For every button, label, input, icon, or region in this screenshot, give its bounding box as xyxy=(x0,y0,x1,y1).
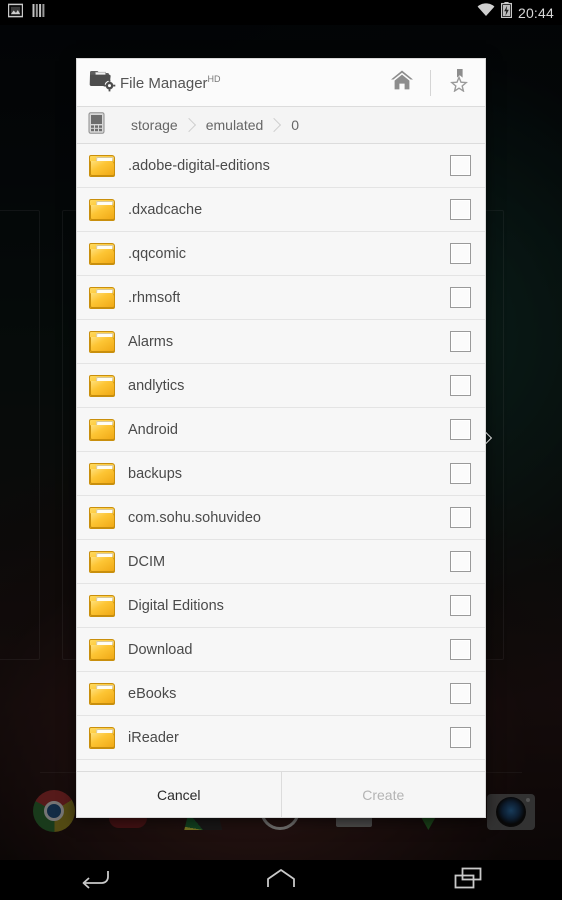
list-item-label: .qqcomic xyxy=(128,245,187,262)
page-title: File ManagerHD xyxy=(120,73,221,92)
dialog-title-bar: File ManagerHD xyxy=(77,59,485,107)
breadcrumb-segment-emulated[interactable]: emulated xyxy=(189,107,282,143)
list-item-label: Digital Editions xyxy=(128,597,224,614)
status-bar: 20:44 xyxy=(0,0,562,25)
home-button[interactable] xyxy=(384,65,420,101)
folder-icon xyxy=(89,418,115,441)
folder-icon xyxy=(89,374,115,397)
file-list[interactable]: .adobe-digital-editions .dxadcache .qqcomi… xyxy=(77,144,485,771)
folder-icon xyxy=(89,638,115,661)
row-checkbox[interactable] xyxy=(450,287,471,308)
folder-icon xyxy=(89,682,115,705)
row-checkbox[interactable] xyxy=(450,639,471,660)
folder-gear-icon xyxy=(89,68,117,97)
list-item[interactable]: com.sohu.sohuvideo xyxy=(77,496,485,540)
breadcrumb-device[interactable] xyxy=(77,107,493,446)
list-item-label: DCIM xyxy=(128,553,166,570)
bookmark-star-icon xyxy=(448,68,470,97)
list-item[interactable]: .adobe-digital-editions xyxy=(77,144,485,188)
list-item-label: iReader xyxy=(128,729,179,746)
list-item[interactable]: andlytics xyxy=(77,364,485,408)
status-bar-notifications xyxy=(7,3,46,23)
dialog-button-bar: Cancel Create xyxy=(77,771,485,817)
row-checkbox[interactable] xyxy=(450,155,471,176)
breadcrumb: storage emulated 0 xyxy=(77,107,493,446)
folder-icon xyxy=(89,550,115,573)
list-item[interactable]: Digital Editions xyxy=(77,584,485,628)
row-checkbox[interactable] xyxy=(450,243,471,264)
breadcrumb-label: storage xyxy=(131,117,178,133)
list-item[interactable]: .dxadcache xyxy=(77,188,485,232)
row-checkbox[interactable] xyxy=(450,375,471,396)
folder-icon xyxy=(89,462,115,485)
folder-icon xyxy=(89,154,115,177)
breadcrumb-label: emulated xyxy=(205,117,264,133)
list-item[interactable]: iReader xyxy=(77,716,485,760)
folder-icon xyxy=(89,330,115,353)
folder-icon xyxy=(89,726,115,749)
row-checkbox[interactable] xyxy=(450,727,471,748)
row-checkbox[interactable] xyxy=(450,199,471,220)
list-item-label: andlytics xyxy=(128,377,185,394)
device-storage-icon xyxy=(88,111,105,139)
list-item-label: Alarms xyxy=(128,333,174,350)
cancel-button[interactable]: Cancel xyxy=(77,772,281,817)
list-item[interactable]: eBooks xyxy=(77,672,485,716)
breadcrumb-segment-0[interactable]: 0 xyxy=(274,107,310,143)
list-item[interactable]: Alarms xyxy=(77,320,485,364)
breadcrumb-label: 0 xyxy=(291,117,300,133)
home-icon xyxy=(390,69,414,96)
navigation-bar xyxy=(0,860,562,900)
file-manager-dialog: File ManagerHD storage emulated 0 .adobe… xyxy=(76,58,493,818)
list-item-label: backups xyxy=(128,465,183,482)
list-item-label: eBooks xyxy=(128,685,177,702)
folder-icon xyxy=(89,506,115,529)
row-checkbox[interactable] xyxy=(450,419,471,440)
row-checkbox[interactable] xyxy=(450,507,471,528)
list-item[interactable]: DCIM xyxy=(77,540,485,584)
list-item-label: Download xyxy=(128,641,193,658)
back-button[interactable] xyxy=(56,860,132,900)
home-button[interactable] xyxy=(243,860,319,900)
battery-charging-icon xyxy=(500,2,513,23)
back-arrow-icon xyxy=(78,867,110,894)
row-checkbox[interactable] xyxy=(450,595,471,616)
row-checkbox[interactable] xyxy=(450,683,471,704)
list-item[interactable]: Android xyxy=(77,408,485,452)
list-item-label: com.sohu.sohuvideo xyxy=(128,509,261,526)
breadcrumb-segment-storage[interactable]: storage xyxy=(114,107,196,143)
list-item[interactable]: Download xyxy=(77,628,485,672)
list-item-label: Android xyxy=(128,421,178,438)
wifi-icon xyxy=(477,3,495,22)
bookmark-button[interactable] xyxy=(441,65,477,101)
title-divider xyxy=(430,69,431,96)
list-item-label: .rhmsoft xyxy=(128,289,181,306)
list-item[interactable]: .rhmsoft xyxy=(77,276,485,320)
list-item[interactable]: .qqcomic xyxy=(77,232,485,276)
home-outline-icon xyxy=(265,867,297,894)
equalizer-icon xyxy=(32,3,46,23)
status-bar-clock: 20:44 xyxy=(517,4,554,21)
row-checkbox[interactable] xyxy=(450,551,471,572)
create-button[interactable]: Create xyxy=(282,772,486,817)
folder-icon xyxy=(89,242,115,265)
row-checkbox[interactable] xyxy=(450,331,471,352)
status-bar-system: 20:44 xyxy=(477,2,554,23)
row-checkbox[interactable] xyxy=(450,463,471,484)
folder-icon xyxy=(89,198,115,221)
recents-button[interactable] xyxy=(430,860,506,900)
folder-icon xyxy=(89,286,115,309)
folder-icon xyxy=(89,594,115,617)
recents-icon xyxy=(453,866,483,895)
list-item-label: .adobe-digital-editions xyxy=(128,157,270,174)
list-item[interactable]: backups xyxy=(77,452,485,496)
screenshot-icon xyxy=(7,3,24,23)
dialog-title-actions xyxy=(384,65,477,101)
list-item-label: .dxadcache xyxy=(128,201,203,218)
